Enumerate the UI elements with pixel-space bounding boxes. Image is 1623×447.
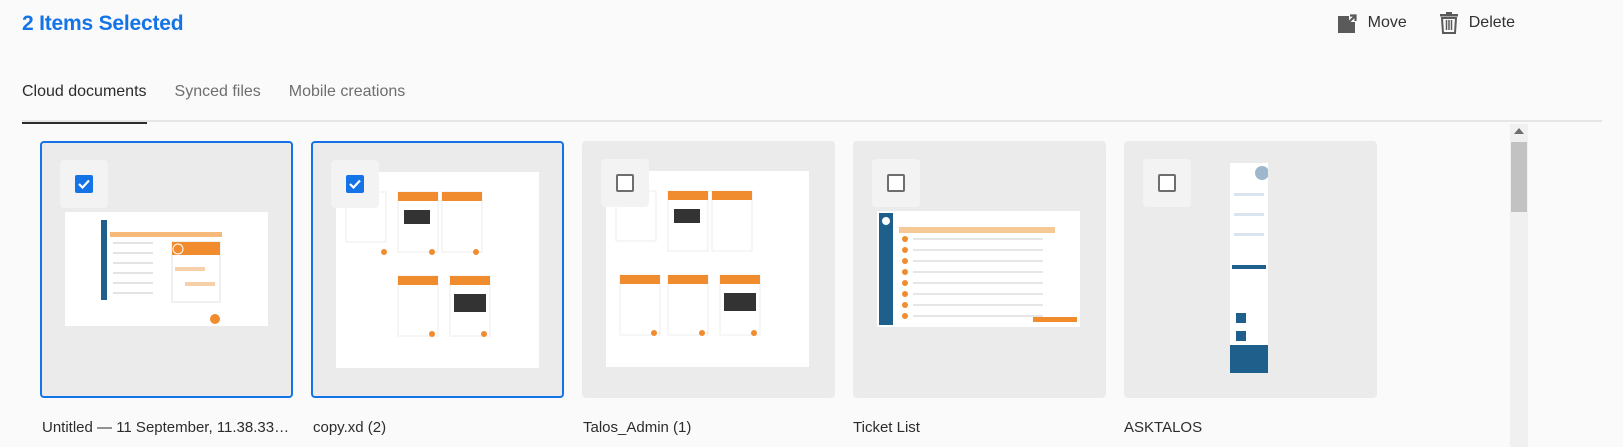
move-button[interactable]: Move — [1337, 12, 1407, 34]
document-thumbnail — [1230, 163, 1268, 373]
checkmark-icon — [75, 175, 93, 193]
page-title: 2 Items Selected — [22, 12, 184, 35]
delete-button[interactable]: Delete — [1439, 12, 1515, 34]
move-label: Move — [1367, 14, 1407, 31]
selection-checkbox[interactable] — [331, 160, 379, 208]
trash-icon — [1439, 12, 1459, 34]
document-name[interactable]: ASKTALOS — [1124, 419, 1202, 436]
document-name[interactable]: Ticket List — [853, 419, 920, 436]
tab-synced-files[interactable]: Synced files — [175, 78, 261, 122]
tab-mobile-creations[interactable]: Mobile creations — [289, 78, 406, 122]
checkmark-icon — [346, 175, 364, 193]
selection-checkbox[interactable] — [1143, 159, 1191, 207]
document-card[interactable] — [40, 141, 293, 398]
selection-checkbox[interactable] — [60, 160, 108, 208]
document-thumbnail — [877, 211, 1080, 327]
delete-label: Delete — [1468, 14, 1515, 31]
move-icon — [1337, 13, 1358, 33]
vertical-scrollbar[interactable] — [1510, 124, 1528, 447]
document-card[interactable] — [1124, 141, 1377, 398]
document-name[interactable]: Talos_Admin (1) — [583, 419, 691, 436]
selection-checkbox[interactable] — [872, 159, 920, 207]
document-card[interactable] — [311, 141, 564, 398]
scroll-thumb[interactable] — [1511, 142, 1527, 212]
document-grid: Untitled — 11 September, 11.38.33… copy.… — [0, 124, 1510, 447]
document-thumbnail — [65, 212, 268, 326]
document-card[interactable] — [853, 141, 1106, 398]
document-name[interactable]: Untitled — 11 September, 11.38.33… — [42, 419, 289, 436]
header-actions: Move Delete — [1337, 12, 1515, 34]
tab-bar: Cloud documents Synced files Mobile crea… — [22, 78, 1602, 124]
document-card[interactable] — [582, 141, 835, 398]
scroll-up-arrow-icon[interactable] — [1514, 128, 1524, 134]
selection-checkbox[interactable] — [601, 159, 649, 207]
tab-cloud-documents[interactable]: Cloud documents — [22, 78, 147, 124]
document-name[interactable]: copy.xd (2) — [313, 419, 386, 436]
